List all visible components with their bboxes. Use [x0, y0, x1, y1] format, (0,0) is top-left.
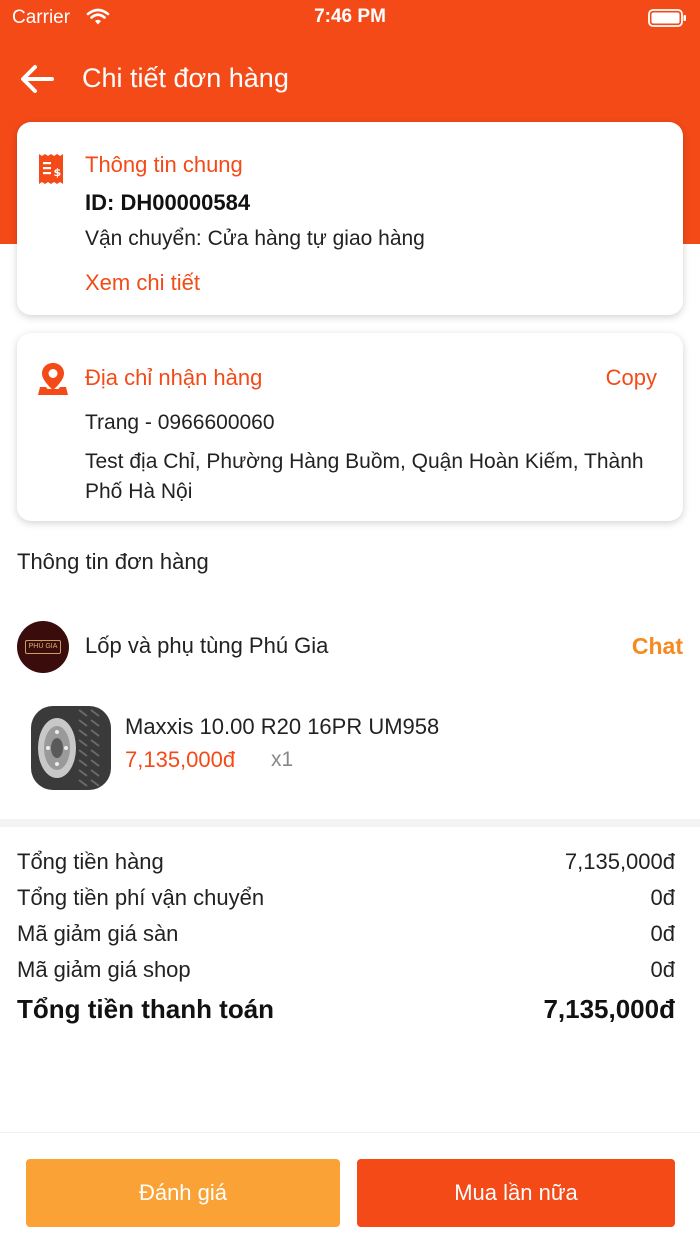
summary-label: Tổng tiền hàng	[17, 849, 164, 874]
order-info-title: Thông tin đơn hàng	[17, 549, 209, 574]
nav-bar: Chi tiết đơn hàng	[0, 54, 700, 104]
status-time: 7:46 PM	[314, 6, 386, 27]
recipient-name-phone: Trang - 0966600060	[85, 411, 275, 434]
summary-value: 0đ	[650, 885, 675, 910]
svg-text:$: $	[54, 166, 62, 179]
location-pin-icon	[37, 361, 69, 402]
battery-icon	[648, 8, 688, 33]
order-id: ID: DH00000584	[85, 190, 251, 215]
total-label: Tổng tiền thanh toán	[17, 994, 275, 1024]
tire-product-image	[29, 704, 113, 792]
shipping-method: Vận chuyển: Cửa hàng tự giao hàng	[85, 227, 425, 250]
product-item[interactable]: Maxxis 10.00 R20 16PR UM958 7,135,000đ x…	[17, 700, 683, 800]
arrow-left-icon[interactable]	[18, 62, 56, 101]
summary-value: 0đ	[650, 921, 675, 946]
section-divider	[0, 819, 700, 827]
summary-row-subtotal: Tổng tiền hàng 7,135,000đ	[17, 846, 675, 882]
chat-button[interactable]: Chat	[632, 633, 683, 660]
shop-row: PHÚ GIA Lốp và phụ tùng Phú Gia Chat	[17, 621, 683, 673]
buy-again-button[interactable]: Mua lần nữa	[357, 1159, 675, 1227]
payment-summary: Tổng tiền hàng 7,135,000đ Tổng tiền phí …	[17, 846, 675, 1034]
review-button[interactable]: Đánh giá	[26, 1159, 340, 1227]
product-price: 7,135,000đ	[125, 747, 236, 772]
copy-button[interactable]: Copy	[606, 365, 657, 391]
shop-avatar-text: PHÚ GIA	[25, 640, 61, 654]
product-name: Maxxis 10.00 R20 16PR UM958	[125, 714, 440, 739]
status-bar: Carrier 7:46 PM	[0, 0, 700, 36]
shop-name[interactable]: Lốp và phụ tùng Phú Gia	[85, 633, 328, 659]
summary-row-shop-voucher: Mã giảm giá shop 0đ	[17, 954, 675, 990]
see-detail-link[interactable]: Xem chi tiết	[85, 270, 200, 296]
bottom-action-bar: Đánh giá Mua lần nữa	[0, 1132, 700, 1244]
product-quantity: x1	[271, 748, 294, 771]
summary-row-total: Tổng tiền thanh toán 7,135,000đ	[17, 990, 675, 1034]
summary-row-shipping-fee: Tổng tiền phí vận chuyển 0đ	[17, 882, 675, 918]
summary-label: Mã giảm giá shop	[17, 957, 191, 982]
address-title: Địa chỉ nhận hàng	[85, 365, 263, 390]
summary-label: Tổng tiền phí vận chuyển	[17, 885, 265, 910]
summary-row-platform-voucher: Mã giảm giá sàn 0đ	[17, 918, 675, 954]
general-info-card: $ Thông tin chung ID: DH00000584 Vận chu…	[17, 122, 683, 315]
shop-avatar: PHÚ GIA	[17, 621, 69, 673]
summary-value: 0đ	[650, 957, 675, 982]
delivery-address: Test địa Chỉ, Phường Hàng Buồm, Quận Hoà…	[85, 450, 644, 503]
receipt-icon: $	[37, 152, 65, 191]
summary-label: Mã giảm giá sàn	[17, 921, 179, 946]
summary-value: 7,135,000đ	[564, 849, 675, 874]
general-info-title: Thông tin chung	[85, 152, 243, 177]
address-card: Địa chỉ nhận hàng Copy Trang - 096660006…	[17, 333, 683, 521]
total-value: 7,135,000đ	[543, 994, 675, 1024]
page-title: Chi tiết đơn hàng	[82, 63, 289, 93]
